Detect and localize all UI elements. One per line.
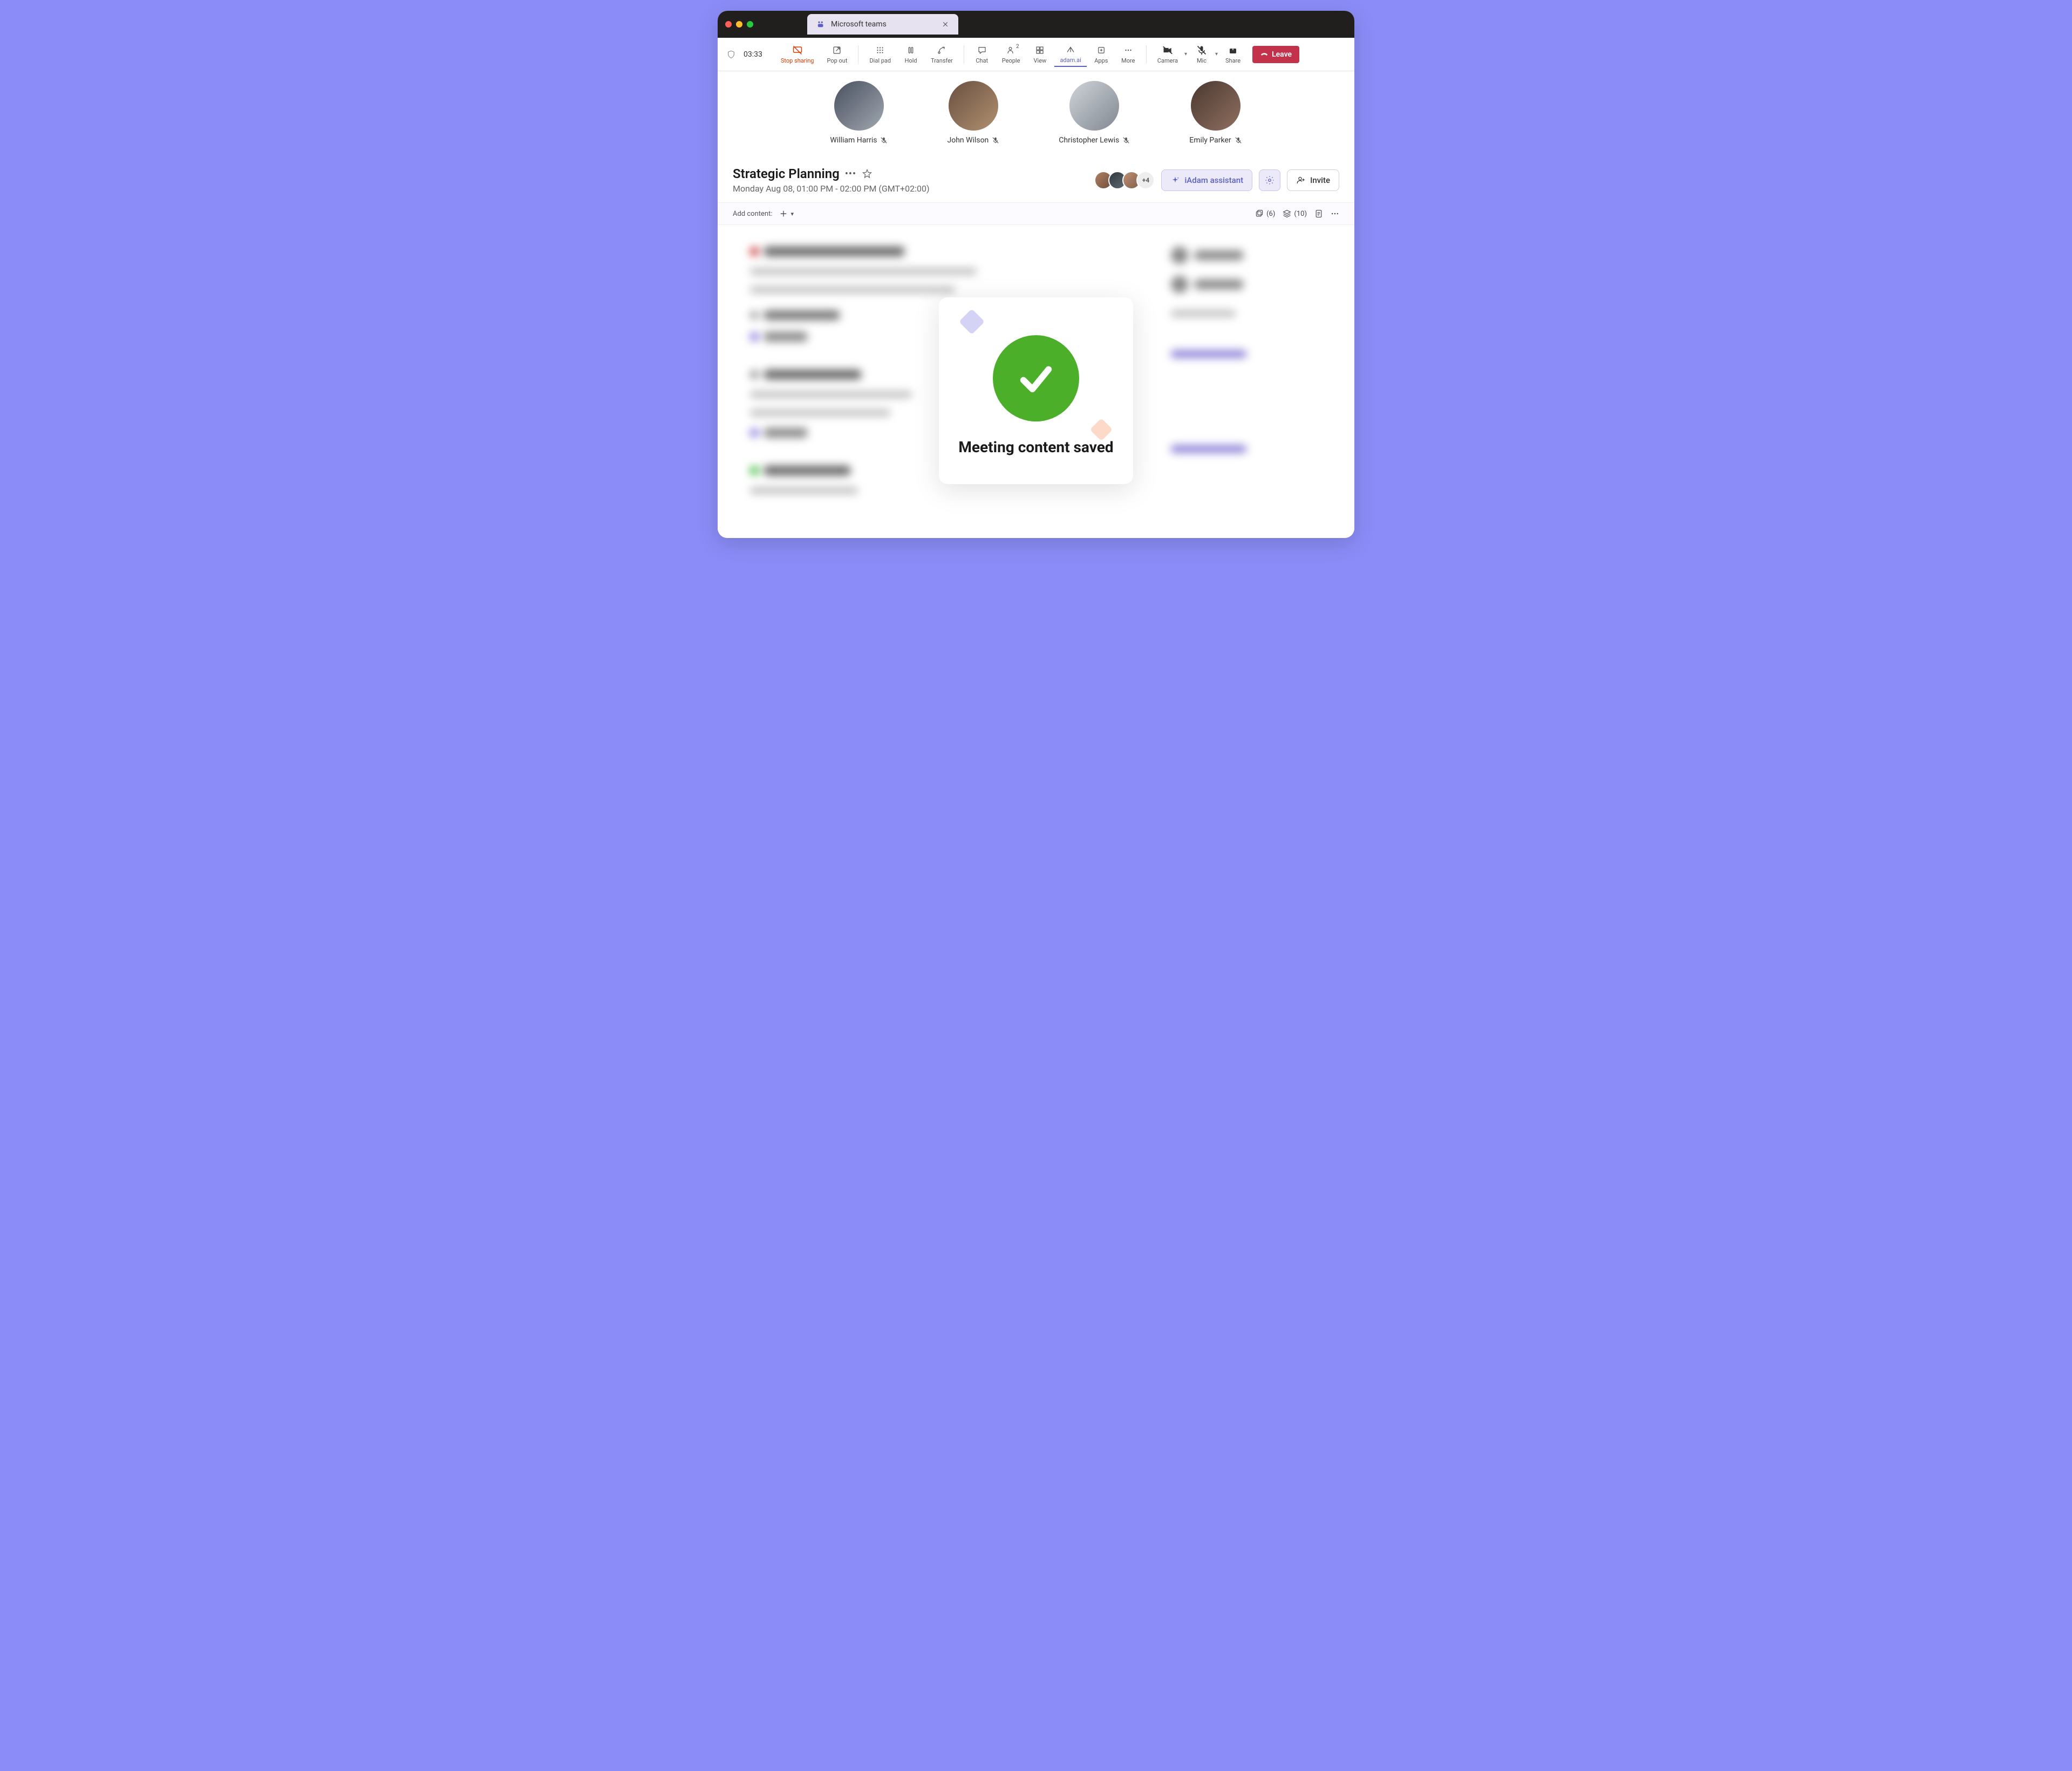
share-button[interactable]: Share bbox=[1220, 43, 1246, 66]
minimize-window-button[interactable] bbox=[736, 21, 742, 28]
content-more-button[interactable] bbox=[1331, 209, 1339, 218]
content-area: Meeting content saved bbox=[718, 225, 1354, 538]
view-button[interactable]: View bbox=[1027, 43, 1052, 66]
window-controls bbox=[725, 21, 753, 28]
mic-off-icon bbox=[1196, 45, 1207, 56]
titlebar: Microsoft teams bbox=[718, 11, 1354, 38]
avatar bbox=[1191, 81, 1241, 131]
participant-name: William Harris bbox=[830, 136, 877, 145]
mic-muted-icon bbox=[992, 137, 999, 144]
participant-card: John Wilson bbox=[947, 81, 999, 145]
participants-row: William Harris John Wilson Christopher L… bbox=[718, 71, 1354, 156]
stop-sharing-button[interactable]: Stop sharing bbox=[775, 43, 820, 66]
transfer-icon bbox=[937, 45, 946, 56]
stack-count-button[interactable]: (10) bbox=[1283, 209, 1307, 218]
invite-icon bbox=[1296, 175, 1306, 185]
stop-sharing-icon bbox=[792, 45, 803, 56]
hangup-icon bbox=[1260, 50, 1269, 59]
cards-count-button[interactable]: (6) bbox=[1255, 209, 1275, 218]
pop-out-button[interactable]: Pop out bbox=[821, 43, 853, 66]
separator bbox=[1146, 45, 1147, 64]
pop-out-icon bbox=[832, 45, 842, 56]
meeting-time: Monday Aug 08, 01:00 PM - 02:00 PM (GMT+… bbox=[733, 183, 1099, 194]
chevron-down-icon[interactable]: ▾ bbox=[1215, 51, 1218, 57]
chevron-down-icon[interactable]: ▾ bbox=[791, 210, 794, 217]
cards-icon bbox=[1255, 209, 1264, 218]
hold-icon bbox=[906, 45, 916, 56]
share-icon bbox=[1228, 45, 1238, 56]
avatar bbox=[1069, 81, 1119, 131]
participant-card: William Harris bbox=[830, 81, 888, 145]
avatar bbox=[834, 81, 884, 131]
view-icon bbox=[1035, 45, 1045, 56]
browser-tab[interactable]: Microsoft teams bbox=[807, 14, 958, 35]
apps-button[interactable]: Apps bbox=[1089, 43, 1114, 66]
mic-muted-icon bbox=[880, 137, 888, 144]
iadam-assistant-button[interactable]: iAdam assistant bbox=[1161, 169, 1252, 191]
transfer-button[interactable]: Transfer bbox=[925, 43, 958, 66]
call-duration: 03:33 bbox=[744, 50, 762, 59]
gear-sparkle-icon bbox=[1265, 175, 1274, 185]
more-icon bbox=[1331, 209, 1339, 218]
mic-control[interactable]: Mic ▾ bbox=[1189, 43, 1218, 66]
camera-control[interactable]: Camera ▾ bbox=[1152, 43, 1187, 66]
invite-button[interactable]: Invite bbox=[1287, 169, 1339, 191]
maximize-window-button[interactable] bbox=[747, 21, 753, 28]
attendee-avatars: +4 bbox=[1099, 171, 1155, 189]
success-check-icon bbox=[993, 335, 1079, 421]
dial-pad-button[interactable]: Dial pad bbox=[864, 43, 896, 66]
participant-name: John Wilson bbox=[947, 136, 989, 145]
decoration-diamond-icon bbox=[959, 309, 985, 335]
app-window: Microsoft teams 03:33 Stop sharing Pop o… bbox=[718, 11, 1354, 538]
participant-card: Christopher Lewis bbox=[1059, 81, 1130, 145]
more-button[interactable]: More bbox=[1116, 43, 1141, 66]
sparkle-icon bbox=[1170, 175, 1180, 185]
people-icon: 2 bbox=[1006, 45, 1016, 56]
modal-message: Meeting content saved bbox=[958, 438, 1113, 457]
mic-muted-icon bbox=[1235, 137, 1242, 144]
document-view-button[interactable] bbox=[1314, 209, 1323, 218]
teams-app-icon bbox=[816, 19, 826, 29]
meeting-more-button[interactable]: ••• bbox=[845, 168, 856, 180]
shield-icon bbox=[726, 50, 736, 59]
add-content-button[interactable] bbox=[778, 208, 789, 219]
meeting-toolbar: 03:33 Stop sharing Pop out Dial pad Hold… bbox=[718, 38, 1354, 71]
add-content-label: Add content: bbox=[733, 210, 773, 218]
favorite-button[interactable] bbox=[862, 168, 873, 179]
chat-button[interactable]: Chat bbox=[970, 43, 994, 66]
participant-name: Christopher Lewis bbox=[1059, 136, 1119, 145]
content-toolbar: Add content: ▾ (6) (10) bbox=[718, 202, 1354, 225]
meeting-header: Strategic Planning ••• Monday Aug 08, 01… bbox=[718, 156, 1354, 202]
more-attendees-badge[interactable]: +4 bbox=[1136, 171, 1155, 189]
avatar bbox=[949, 81, 998, 131]
chevron-down-icon[interactable]: ▾ bbox=[1184, 51, 1187, 57]
leave-button[interactable]: Leave bbox=[1252, 46, 1299, 63]
adam-ai-button[interactable]: adam.ai bbox=[1054, 42, 1086, 67]
people-button[interactable]: 2 People bbox=[997, 43, 1026, 66]
camera-off-icon bbox=[1162, 45, 1173, 56]
layers-icon bbox=[1283, 209, 1291, 218]
chat-icon bbox=[977, 45, 987, 56]
dial-pad-icon bbox=[875, 45, 885, 56]
close-tab-button[interactable] bbox=[941, 20, 950, 29]
tab-title: Microsoft teams bbox=[831, 20, 887, 29]
participant-name: Emily Parker bbox=[1189, 136, 1231, 145]
assistant-settings-button[interactable] bbox=[1259, 169, 1280, 191]
confirmation-modal: Meeting content saved bbox=[939, 297, 1133, 484]
meeting-title: Strategic Planning bbox=[733, 166, 840, 181]
adam-ai-icon bbox=[1066, 44, 1075, 55]
hold-button[interactable]: Hold bbox=[898, 43, 923, 66]
apps-icon bbox=[1096, 45, 1106, 56]
close-window-button[interactable] bbox=[725, 21, 732, 28]
document-icon bbox=[1314, 209, 1323, 218]
more-icon bbox=[1123, 45, 1133, 56]
mic-muted-icon bbox=[1122, 137, 1130, 144]
participant-card: Emily Parker bbox=[1189, 81, 1242, 145]
